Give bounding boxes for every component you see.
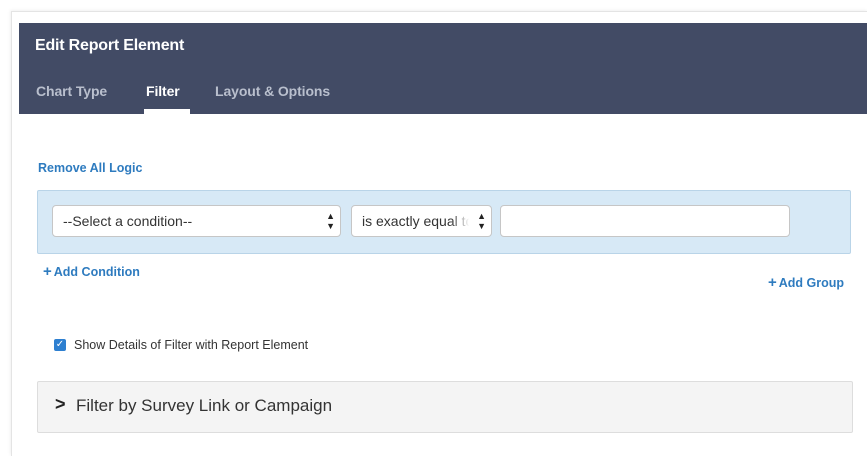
operator-select[interactable]: is exactly equal to ▲ ▼	[351, 205, 492, 237]
condition-select-value: --Select a condition--	[63, 213, 193, 229]
add-group-link[interactable]: + Add Group	[768, 274, 844, 291]
tab-chart-type[interactable]: Chart Type	[36, 83, 107, 99]
select-arrows-icon: ▲ ▼	[477, 211, 486, 231]
show-details-checkbox[interactable]: ✓	[54, 339, 66, 351]
checkmark-icon: ✓	[55, 339, 65, 350]
tab-layout-options[interactable]: Layout & Options	[215, 83, 330, 99]
modal-title: Edit Report Element	[35, 37, 185, 54]
add-condition-link[interactable]: + Add Condition	[43, 263, 140, 280]
condition-group: --Select a condition-- ▲ ▼ is exactly equ…	[37, 190, 851, 254]
accordion-label: Filter by Survey Link or Campaign	[76, 396, 333, 415]
remove-all-logic-link[interactable]: Remove All Logic	[38, 161, 142, 175]
condition-select[interactable]: --Select a condition-- ▲ ▼	[52, 205, 341, 237]
survey-link-filter-accordion[interactable]: > Filter by Survey Link or Campaign	[37, 381, 853, 433]
tab-filter[interactable]: Filter	[146, 83, 180, 99]
chevron-right-icon: >	[55, 394, 66, 414]
add-condition-label: Add Condition	[53, 265, 140, 279]
modal-header: Edit Report Element Chart Type Filter La…	[19, 23, 867, 114]
condition-value-input[interactable]	[500, 205, 790, 237]
plus-icon: +	[768, 274, 777, 291]
select-arrows-icon: ▲ ▼	[326, 211, 335, 231]
add-group-label: Add Group	[778, 276, 845, 290]
plus-icon: +	[43, 263, 52, 280]
show-details-label: Show Details of Filter with Report Eleme…	[74, 338, 309, 352]
active-tab-indicator	[144, 109, 190, 114]
